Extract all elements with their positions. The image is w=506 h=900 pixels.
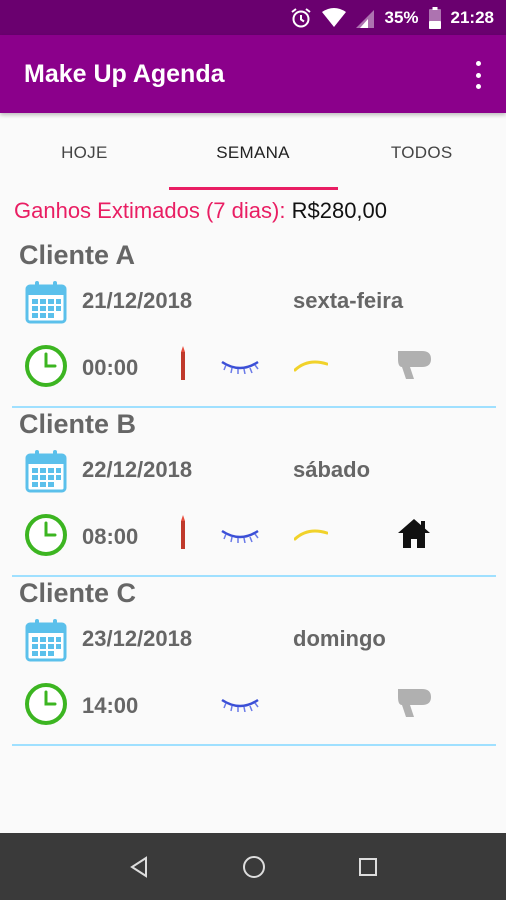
appointment-weekday: sábado <box>293 457 371 482</box>
appointment-time: 14:00 <box>82 693 139 718</box>
tab-semana[interactable]: SEMANA <box>169 113 338 193</box>
eyelash-icon <box>221 529 259 543</box>
tab-indicator <box>169 187 338 190</box>
eyelash-icon <box>221 360 259 374</box>
battery-percent: 35% <box>384 7 419 27</box>
hair-dryer-icon <box>398 351 431 379</box>
tab-hoje[interactable]: HOJE <box>0 113 169 193</box>
tab-todos[interactable]: TODOS <box>337 113 506 193</box>
appointment-date: 21/12/2018 <box>82 288 193 313</box>
appointment-date: 23/12/2018 <box>82 626 193 651</box>
alarm-icon <box>291 7 312 27</box>
earnings-value: R$280,00 <box>291 198 388 223</box>
appointment-date: 22/12/2018 <box>82 457 193 482</box>
app-title: Make Up Agenda <box>24 59 225 88</box>
appointment-time: 08:00 <box>82 524 139 549</box>
back-icon[interactable] <box>128 855 150 878</box>
hair-dryer-icon <box>398 689 431 717</box>
system-nav-bar <box>0 833 506 900</box>
calendar-icon <box>25 619 67 662</box>
earnings-label: Ganhos Extimados (7 dias): <box>14 198 286 223</box>
battery-icon <box>428 6 441 29</box>
client-name: Cliente C <box>19 578 137 608</box>
appointment-weekday: sexta-feira <box>293 288 404 313</box>
client-name: Cliente A <box>19 240 136 270</box>
appointment-card[interactable]: Cliente A 21/12/2018 sexta-feira 00:00 <box>12 238 496 408</box>
recents-icon[interactable] <box>358 857 378 877</box>
clock-icon <box>25 514 67 556</box>
clock-icon <box>25 683 67 725</box>
lipstick-icon <box>181 346 185 380</box>
status-time: 21:28 <box>450 7 494 27</box>
status-bar: 35% 21:28 <box>0 0 506 35</box>
signal-icon <box>356 9 375 28</box>
lipstick-icon <box>181 515 185 549</box>
eyelash-icon <box>221 698 259 712</box>
appointment-card[interactable]: Cliente B 22/12/2018 sábado 08:00 <box>12 407 496 577</box>
tab-bar: HOJE SEMANA TODOS <box>0 113 506 193</box>
eyebrow-icon <box>294 360 328 372</box>
appointment-card[interactable]: Cliente C 23/12/2018 domingo 14:00 <box>12 576 496 746</box>
calendar-icon <box>25 281 67 324</box>
home-button-icon[interactable] <box>242 855 266 879</box>
overflow-menu-icon[interactable] <box>472 61 484 89</box>
app-bar: Make Up Agenda <box>0 35 506 113</box>
calendar-icon <box>25 450 67 493</box>
wifi-icon <box>322 7 347 27</box>
home-icon <box>398 519 430 548</box>
appointment-weekday: domingo <box>293 626 386 651</box>
client-name: Cliente B <box>19 409 137 439</box>
appointment-time: 00:00 <box>82 355 139 380</box>
eyebrow-icon <box>294 529 328 541</box>
earnings-summary: Ganhos Extimados (7 dias): R$280,00 <box>14 198 387 224</box>
clock-icon <box>25 345 67 387</box>
